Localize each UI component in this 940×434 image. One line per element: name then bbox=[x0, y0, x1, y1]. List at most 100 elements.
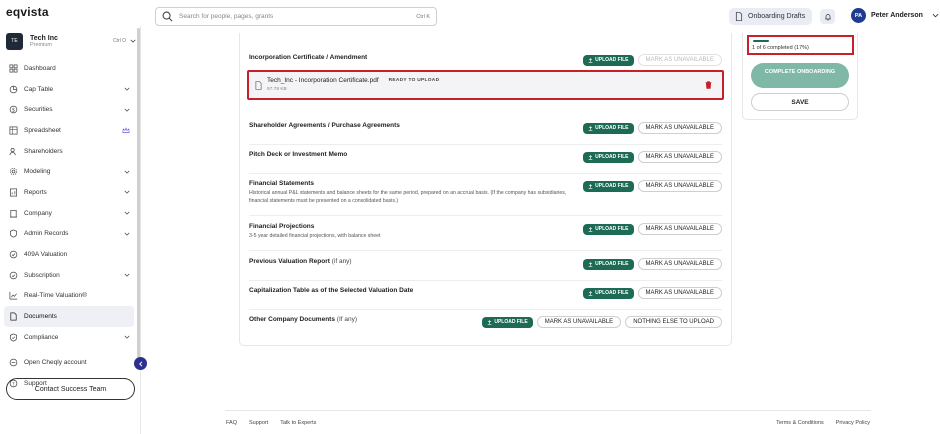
footer-link-support[interactable]: Support bbox=[249, 420, 268, 426]
footer-link-faq[interactable]: FAQ bbox=[226, 420, 237, 426]
collapse-sidebar-button[interactable] bbox=[134, 357, 147, 370]
mark-as-unavailable-button[interactable]: MARK AS UNAVAILABLE bbox=[536, 316, 622, 328]
save-button[interactable]: SAVE bbox=[751, 93, 849, 111]
upload-icon bbox=[588, 226, 593, 232]
footer-link-talk-to-experts[interactable]: Talk to Experts bbox=[280, 420, 316, 426]
upload-icon bbox=[588, 125, 593, 131]
document-icon bbox=[735, 12, 743, 21]
document-optional-note: (if any) bbox=[331, 258, 352, 265]
sidebar-item-label: Compliance bbox=[24, 333, 59, 341]
chevron-down-icon bbox=[124, 87, 130, 91]
user-name: Peter Anderson bbox=[871, 12, 923, 19]
notifications-button[interactable] bbox=[820, 9, 835, 24]
footer-links: FAQ Support Talk to Experts bbox=[226, 420, 316, 426]
upload-file-label: UPLOAD FILE bbox=[595, 226, 629, 232]
mark-as-unavailable-button[interactable]: MARK AS UNAVAILABLE bbox=[637, 258, 722, 270]
pie-chart-icon bbox=[9, 85, 18, 93]
sidebar-item-label: Admin Records bbox=[24, 230, 69, 238]
footer-legal-links: Terms & Conditions Privacy Policy bbox=[776, 420, 870, 426]
upload-file-button[interactable]: UPLOAD FILE bbox=[583, 180, 634, 192]
sidebar-item-dashboard[interactable]: Dashboard bbox=[4, 58, 134, 79]
shield-icon bbox=[9, 229, 18, 238]
sidebar-item-409a-valuation[interactable]: 409A Valuation bbox=[4, 244, 134, 265]
upload-file-button[interactable]: UPLOAD FILE bbox=[583, 151, 634, 163]
upload-icon bbox=[588, 261, 593, 267]
mark-as-unavailable-button[interactable]: MARK AS UNAVAILABLE bbox=[637, 287, 722, 299]
svg-text:$: $ bbox=[12, 108, 15, 114]
file-size: 57.78 KB bbox=[267, 87, 287, 92]
subscription-icon bbox=[9, 271, 18, 279]
upload-file-label: UPLOAD FILE bbox=[595, 290, 629, 296]
company-name: Tech Inc bbox=[30, 34, 58, 42]
building-icon bbox=[9, 209, 18, 218]
upload-file-label: UPLOAD FILE bbox=[595, 154, 629, 160]
search-placeholder: Search for people, pages, grants bbox=[179, 13, 274, 20]
badge-check-icon bbox=[9, 250, 18, 259]
company-shortcut: Ctrl O bbox=[112, 38, 126, 44]
footer-link-privacy[interactable]: Privacy Policy bbox=[836, 420, 870, 426]
sidebar-item-open-cheqly-account[interactable]: Open Cheqly account bbox=[4, 353, 134, 374]
upload-file-button[interactable]: UPLOAD FILE bbox=[583, 54, 634, 66]
file-status: READY TO UPLOAD bbox=[388, 78, 440, 83]
sidebar: TE Tech Inc Premium Ctrl O Dashboard Cap… bbox=[0, 26, 141, 434]
sidebar-item-label: Cap Table bbox=[24, 85, 54, 93]
company-badge: TE bbox=[6, 32, 23, 50]
user-menu[interactable]: PA Peter Anderson bbox=[851, 8, 939, 23]
sidebar-item-label: Subscription bbox=[24, 271, 60, 279]
upload-icon bbox=[588, 57, 593, 63]
sidebar-scrollbar[interactable] bbox=[137, 28, 140, 358]
sidebar-item-cap-table[interactable]: Cap Table bbox=[4, 79, 134, 100]
upload-file-button[interactable]: UPLOAD FILE bbox=[583, 258, 634, 270]
dollar-icon: $ bbox=[9, 105, 18, 114]
sidebar-item-modeling[interactable]: Modeling bbox=[4, 161, 134, 182]
upload-file-button[interactable]: UPLOAD FILE bbox=[583, 122, 634, 134]
nav-divider bbox=[4, 348, 134, 353]
app-logo[interactable]: eqvista bbox=[6, 5, 49, 19]
upload-file-label: UPLOAD FILE bbox=[595, 261, 629, 267]
mark-as-unavailable-button[interactable]: MARK AS UNAVAILABLE bbox=[637, 223, 722, 235]
chevron-down-icon bbox=[124, 170, 130, 174]
sidebar-item-reports[interactable]: Reports bbox=[4, 182, 134, 203]
document-row: Financial Projections 3-5 year detailed … bbox=[249, 223, 722, 251]
file-name: Tech_Inc - Incorporation Certificate.pdf bbox=[267, 77, 379, 84]
sidebar-item-label: Dashboard bbox=[24, 64, 56, 72]
complete-onboarding-button[interactable]: COMPLETE ONBOARDING bbox=[751, 63, 849, 88]
upload-file-button[interactable]: UPLOAD FILE bbox=[482, 316, 533, 328]
upload-icon bbox=[588, 290, 593, 296]
mark-as-unavailable-button[interactable]: MARK AS UNAVAILABLE bbox=[637, 151, 722, 163]
sidebar-item-documents[interactable]: Documents bbox=[4, 306, 134, 327]
sidebar-item-label: Securities bbox=[24, 106, 53, 114]
document-row: Other Company Documents (If any) UPLOAD … bbox=[249, 316, 722, 336]
sidebar-item-label: Spreadsheet bbox=[24, 126, 61, 134]
contact-success-team-button[interactable]: Contact Success Team bbox=[6, 378, 135, 400]
sidebar-item-label: Documents bbox=[24, 313, 57, 321]
company-switcher[interactable]: TE Tech Inc Premium Ctrl O bbox=[6, 30, 136, 52]
search-bar[interactable]: Search for people, pages, grants Ctrl K bbox=[155, 7, 437, 26]
sidebar-item-label: Reports bbox=[24, 188, 47, 196]
upload-file-label: UPLOAD FILE bbox=[595, 183, 629, 189]
sidebar-item-company[interactable]: Company bbox=[4, 203, 134, 224]
mark-as-unavailable-button[interactable]: MARK AS UNAVAILABLE bbox=[637, 54, 722, 66]
trash-icon[interactable] bbox=[705, 81, 712, 89]
sidebar-item-compliance[interactable]: Compliance bbox=[4, 327, 134, 348]
mark-as-unavailable-button[interactable]: MARK AS UNAVAILABLE bbox=[637, 122, 722, 134]
sidebar-item-real-time-valuation[interactable]: Real-Time Valuation® bbox=[4, 286, 134, 307]
document-icon bbox=[10, 312, 17, 321]
footer-link-terms[interactable]: Terms & Conditions bbox=[776, 420, 824, 426]
upload-file-button[interactable]: UPLOAD FILE bbox=[583, 287, 634, 299]
sidebar-item-label: Open Cheqly account bbox=[24, 359, 87, 367]
crown-icon bbox=[122, 127, 130, 133]
mark-as-unavailable-button[interactable]: MARK AS UNAVAILABLE bbox=[637, 180, 722, 192]
sidebar-item-spreadsheet[interactable]: Spreadsheet bbox=[4, 120, 134, 141]
sidebar-item-admin-records[interactable]: Admin Records bbox=[4, 224, 134, 245]
onboarding-drafts-button[interactable]: Onboarding Drafts bbox=[729, 8, 812, 25]
report-icon bbox=[9, 188, 18, 197]
sidebar-item-shareholders[interactable]: Shareholders bbox=[4, 141, 134, 162]
nothing-else-to-upload-button[interactable]: NOTHING ELSE TO UPLOAD bbox=[625, 316, 722, 328]
upload-file-button[interactable]: UPLOAD FILE bbox=[583, 223, 634, 235]
sidebar-item-subscription[interactable]: Subscription bbox=[4, 265, 134, 286]
progress-text: 1 of 6 completed (17%) bbox=[752, 45, 809, 51]
sidebar-item-securities[interactable]: $ Securities bbox=[4, 99, 134, 120]
search-icon bbox=[162, 11, 173, 22]
spreadsheet-icon bbox=[9, 126, 18, 135]
